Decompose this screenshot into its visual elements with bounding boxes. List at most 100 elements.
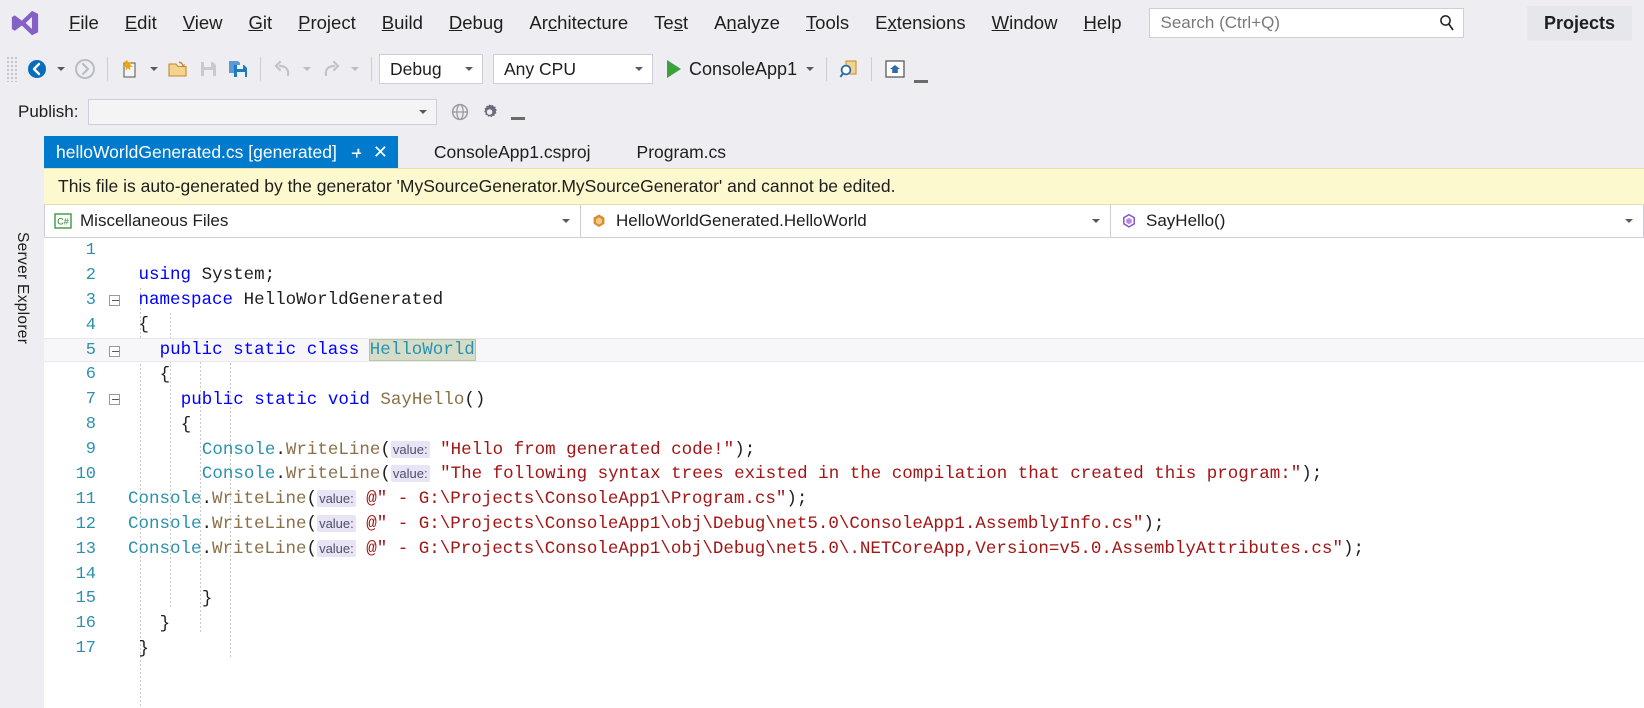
code-line[interactable]: 3 namespace HelloWorldGenerated <box>44 288 1644 313</box>
outlining-margin[interactable] <box>106 611 128 636</box>
outlining-margin[interactable] <box>106 362 128 387</box>
code-line[interactable]: 2 using System; <box>44 263 1644 288</box>
type-dropdown[interactable]: HelloWorldGenerated.HelloWorld <box>581 205 1111 238</box>
document-tab[interactable]: Program.cs <box>625 136 736 168</box>
outlining-margin[interactable] <box>106 537 128 562</box>
code-line[interactable]: 9 Console.WriteLine(value: "Hello from ge… <box>44 437 1644 462</box>
save-all-button[interactable] <box>223 53 253 85</box>
redo-caret-icon[interactable] <box>351 67 359 71</box>
outlining-margin[interactable] <box>106 636 128 661</box>
code-token: "Hello from generated code!" <box>440 439 735 460</box>
outlining-margin[interactable] <box>106 263 128 288</box>
preview-changes-button[interactable] <box>879 53 911 85</box>
outlining-margin[interactable] <box>106 512 128 537</box>
member-dropdown[interactable]: SayHello() <box>1111 205 1644 238</box>
outlining-margin[interactable] <box>106 437 128 462</box>
menu-item-test[interactable]: Test <box>641 8 701 38</box>
code-line[interactable]: 11 Console.WriteLine(value: @" - G:\Proje… <box>44 487 1644 512</box>
code-line[interactable]: 5 public static class HelloWorld <box>44 337 1644 363</box>
collapse-toggle-icon[interactable] <box>109 345 120 357</box>
outlining-margin[interactable] <box>106 313 128 338</box>
parameter-name-hint: value: <box>317 540 356 558</box>
code-line[interactable]: 7 public static void SayHello() <box>44 387 1644 412</box>
start-debug-caret-icon[interactable] <box>806 67 815 71</box>
document-tab[interactable]: ConsoleApp1.csproj <box>422 136 601 168</box>
menu-item-git[interactable]: Git <box>236 8 286 38</box>
back-history-caret-icon[interactable] <box>57 67 65 71</box>
code-text: public static class HelloWorld <box>128 339 476 361</box>
outlining-margin[interactable] <box>106 339 128 362</box>
chevron-down-icon <box>562 219 570 223</box>
menu-item-architecture[interactable]: Architecture <box>516 8 641 38</box>
outlining-margin[interactable] <box>106 487 128 512</box>
menu-item-extensions[interactable]: Extensions <box>862 8 979 38</box>
toolbar-grip[interactable] <box>6 56 18 82</box>
toolbar-overflow-icon[interactable] <box>914 80 929 83</box>
menu-item-view[interactable]: View <box>170 8 236 38</box>
outlining-margin[interactable] <box>106 238 128 263</box>
outlining-margin[interactable] <box>106 562 128 587</box>
new-project-button[interactable] <box>115 53 145 85</box>
code-line[interactable]: 15} <box>44 586 1644 611</box>
menu-item-file[interactable]: File <box>56 8 112 38</box>
code-line[interactable]: 10 Console.WriteLine(value: "The followin… <box>44 462 1644 487</box>
type-value: HelloWorldGenerated.HelloWorld <box>616 211 867 230</box>
navigate-back-button[interactable] <box>22 53 52 85</box>
search-input[interactable] <box>1158 12 1437 34</box>
menu-item-debug[interactable]: Debug <box>436 8 517 38</box>
collapse-toggle-icon[interactable] <box>109 394 120 406</box>
server-explorer-tab[interactable]: Server Explorer <box>13 232 31 708</box>
new-project-caret-icon[interactable] <box>150 67 158 71</box>
menu-item-project[interactable]: Project <box>285 8 369 38</box>
line-number: 4 <box>85 315 96 335</box>
menu-item-edit[interactable]: Edit <box>112 8 170 38</box>
toolbar-overflow-icon[interactable] <box>511 117 526 120</box>
close-icon[interactable]: ✕ <box>373 143 388 161</box>
collapse-toggle-icon[interactable] <box>109 294 120 306</box>
code-line[interactable]: 13 Console.WriteLine(value: @" - G:\Proje… <box>44 537 1644 562</box>
publish-profile-dropdown[interactable] <box>88 99 438 125</box>
code-line[interactable]: 16} <box>44 611 1644 636</box>
projects-button[interactable]: Projects <box>1526 6 1632 41</box>
code-line[interactable]: 12 Console.WriteLine(value: @" - G:\Proje… <box>44 512 1644 537</box>
pin-icon[interactable] <box>349 145 364 160</box>
document-tab[interactable]: helloWorldGenerated.cs [generated] ✕ <box>44 136 398 168</box>
menu-item-window[interactable]: Window <box>979 8 1071 38</box>
menu-bar: File Edit View Git Project Build Debug Architec… <box>0 0 1644 46</box>
menu-item-tools[interactable]: Tools <box>793 8 862 38</box>
outlining-margin[interactable] <box>106 586 128 611</box>
project-dropdown[interactable]: C# Miscellaneous Files <box>44 205 581 238</box>
platform-dropdown[interactable]: Any CPU <box>493 54 653 84</box>
toolbar-separator <box>826 57 828 81</box>
code-line[interactable]: 4{ <box>44 313 1644 338</box>
publish-web-button[interactable] <box>445 96 475 128</box>
publish-settings-button[interactable] <box>475 96 505 128</box>
global-search-box[interactable] <box>1148 8 1464 38</box>
outlining-margin[interactable] <box>106 412 128 437</box>
code-token: System; <box>201 265 276 286</box>
find-button[interactable] <box>834 53 864 85</box>
class-icon <box>593 214 605 227</box>
code-line[interactable]: 17} <box>44 636 1644 661</box>
menu-item-build[interactable]: Build <box>369 8 436 38</box>
menu-item-help[interactable]: Help <box>1070 8 1134 38</box>
menu-item-analyze[interactable]: Analyze <box>701 8 793 38</box>
configuration-dropdown[interactable]: Debug <box>379 54 483 84</box>
code-line[interactable]: 8{ <box>44 412 1644 437</box>
start-debug-button[interactable]: ConsoleApp1 <box>663 53 801 85</box>
code-line[interactable]: 14 <box>44 562 1644 587</box>
code-line[interactable]: 1 <box>44 238 1644 263</box>
outlining-margin[interactable] <box>106 288 128 313</box>
code-line[interactable]: 6{ <box>44 362 1644 387</box>
code-token: public <box>159 340 223 360</box>
navigate-forward-icon <box>75 59 95 79</box>
code-token: Console <box>128 514 202 535</box>
open-file-button[interactable] <box>163 53 193 85</box>
code-editor[interactable]: 1 2 using System; 3 namespace HelloWorldGene… <box>44 238 1644 708</box>
code-token: ); <box>1301 464 1323 485</box>
outlining-margin[interactable] <box>106 462 128 487</box>
outlining-margin[interactable] <box>106 387 128 412</box>
undo-caret-icon[interactable] <box>303 67 311 71</box>
code-token: Console <box>128 489 202 510</box>
